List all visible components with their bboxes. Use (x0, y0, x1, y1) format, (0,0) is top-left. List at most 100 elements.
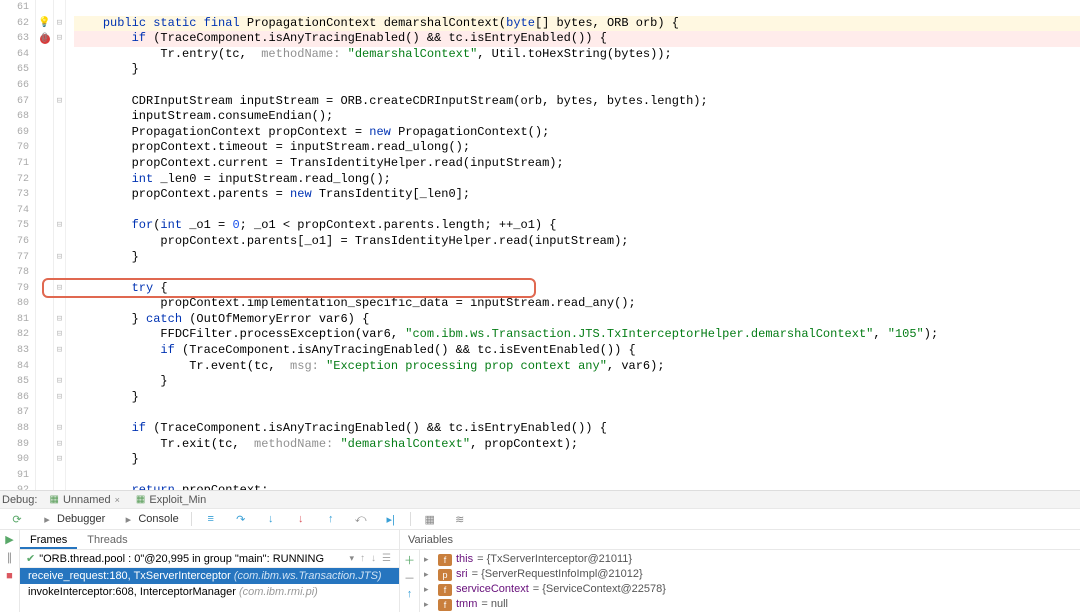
fold-toggle[interactable]: ⊟ (54, 437, 65, 453)
fold-toggle[interactable]: ⊟ (54, 374, 65, 390)
code-line[interactable] (74, 405, 1080, 421)
evaluate-button[interactable]: ▦ (417, 511, 443, 528)
chevron-down-icon[interactable]: ▾ (350, 553, 355, 564)
code-line[interactable] (74, 78, 1080, 94)
fold-toggle[interactable]: ⊟ (54, 390, 65, 406)
fold-toggle[interactable] (54, 405, 65, 421)
fold-toggle[interactable] (54, 468, 65, 484)
debugger-tab[interactable]: ▸Debugger (34, 511, 111, 528)
filter-button[interactable]: ☰ (380, 553, 393, 564)
code-line[interactable]: propContext.timeout = inputStream.read_u… (74, 140, 1080, 156)
frames-tab[interactable]: Frames (20, 530, 77, 549)
code-line[interactable]: propContext.implementation_specific_data… (74, 296, 1080, 312)
code-line[interactable]: } catch (OutOfMemoryError var6) { (74, 312, 1080, 328)
code-line[interactable] (74, 265, 1080, 281)
code-line[interactable] (74, 203, 1080, 219)
code-line[interactable]: propContext.parents = new TransIdentity[… (74, 187, 1080, 203)
fold-toggle[interactable] (54, 0, 65, 16)
fold-toggle[interactable] (54, 203, 65, 219)
trace-button[interactable]: ≋ (447, 511, 473, 528)
fold-toggle[interactable] (54, 265, 65, 281)
step-out-button[interactable]: ↑ (318, 511, 344, 527)
code-line[interactable]: public static final PropagationContext d… (74, 16, 1080, 32)
code-line[interactable]: Tr.exit(tc, methodName: "demarshalContex… (74, 437, 1080, 453)
variables-list[interactable]: ▸fthis = {TxServerInterceptor@21011}▸psr… (420, 550, 1080, 612)
variable-row[interactable]: ▸fserviceContext = {ServiceContext@22578… (424, 582, 1076, 597)
run-to-cursor-button[interactable]: ▸| (378, 511, 404, 528)
code-line[interactable]: Tr.event(tc, msg: "Exception processing … (74, 359, 1080, 375)
fold-toggle[interactable]: ⊟ (54, 452, 65, 468)
code-line[interactable]: } (74, 374, 1080, 390)
variable-row[interactable]: ▸psri = {ServerRequestInfoImpl@21012} (424, 567, 1076, 582)
expand-arrow-icon[interactable]: ▸ (424, 597, 434, 612)
code-line[interactable]: if (TraceComponent.isAnyTracingEnabled()… (74, 421, 1080, 437)
fold-toggle[interactable]: ⊟ (54, 16, 65, 32)
code-line[interactable] (74, 468, 1080, 484)
fold-toggle[interactable] (54, 483, 65, 490)
debug-tab[interactable]: ▦ Unnamed × (45, 491, 123, 509)
fold-toggle[interactable] (54, 109, 65, 125)
step-over-button[interactable]: ≡ (198, 511, 224, 527)
stop-button[interactable]: ■ (2, 568, 18, 584)
code-line[interactable]: } (74, 452, 1080, 468)
intention-bulb-icon[interactable]: 💡 (38, 18, 50, 29)
fold-toggle[interactable] (54, 187, 65, 203)
fold-toggle[interactable] (54, 125, 65, 141)
code-line[interactable]: propContext.parents[_o1] = TransIdentity… (74, 234, 1080, 250)
code-line[interactable]: Tr.entry(tc, methodName: "demarshalConte… (74, 47, 1080, 63)
thread-selector[interactable]: ✔ "ORB.thread.pool : 0"@20,995 in group … (20, 550, 399, 568)
code-line[interactable]: PropagationContext propContext = new Pro… (74, 125, 1080, 141)
fold-toggle[interactable]: ⊟ (54, 312, 65, 328)
fold-toggle[interactable]: ⊟ (54, 281, 65, 297)
pause-button[interactable]: ∥ (2, 550, 18, 566)
code-line[interactable]: propContext.current = TransIdentityHelpe… (74, 156, 1080, 172)
next-frame-button[interactable]: ↓ (369, 553, 378, 564)
expand-arrow-icon[interactable]: ▸ (424, 552, 434, 567)
code-line[interactable]: FFDCFilter.processException(var6, "com.i… (74, 327, 1080, 343)
force-step-into-button[interactable]: ↓ (288, 511, 314, 527)
code-line[interactable]: return propContext; (74, 483, 1080, 490)
fold-toggle[interactable]: ⊟ (54, 250, 65, 266)
variable-row[interactable]: ▸fthis = {TxServerInterceptor@21011} (424, 552, 1076, 567)
code-line[interactable] (74, 0, 1080, 16)
add-watch-button[interactable]: ＋ (404, 552, 415, 568)
fold-toggle[interactable]: ⊟ (54, 31, 65, 47)
up-button[interactable]: ↑ (407, 588, 413, 600)
code-line[interactable]: for(int _o1 = 0; _o1 < propContext.paren… (74, 218, 1080, 234)
fold-toggle[interactable] (54, 156, 65, 172)
stack-frame[interactable]: receive_request:180, TxServerInterceptor… (20, 568, 399, 584)
fold-toggle[interactable]: ⊟ (54, 421, 65, 437)
code-area[interactable]: public static final PropagationContext d… (66, 0, 1080, 490)
step-into-button[interactable]: ↓ (258, 511, 284, 527)
code-line[interactable]: CDRInputStream inputStream = ORB.createC… (74, 94, 1080, 110)
threads-tab[interactable]: Threads (77, 530, 137, 549)
fold-toggle[interactable] (54, 78, 65, 94)
remove-watch-button[interactable]: － (404, 570, 415, 586)
fold-toggle[interactable] (54, 234, 65, 250)
frame-list[interactable]: receive_request:180, TxServerInterceptor… (20, 568, 399, 612)
step-over-button[interactable]: ↷ (228, 511, 254, 528)
variable-row[interactable]: ▸ftmm = null (424, 597, 1076, 612)
fold-toggle[interactable] (54, 296, 65, 312)
close-icon[interactable]: × (115, 491, 120, 509)
console-tab[interactable]: ▸Console (115, 511, 184, 528)
rerun-button[interactable]: ⟳ (4, 511, 30, 528)
code-line[interactable]: } (74, 390, 1080, 406)
expand-arrow-icon[interactable]: ▸ (424, 567, 434, 582)
fold-toggle[interactable]: ⊟ (54, 343, 65, 359)
fold-toggle[interactable]: ⊟ (54, 327, 65, 343)
expand-arrow-icon[interactable]: ▸ (424, 582, 434, 597)
fold-toggle[interactable]: ⊟ (54, 218, 65, 234)
code-editor[interactable]: 6162636465666768697071727374757677787980… (0, 0, 1080, 490)
fold-toggle[interactable] (54, 140, 65, 156)
code-line[interactable]: try { (74, 281, 1080, 297)
fold-toggle[interactable] (54, 359, 65, 375)
code-line[interactable]: inputStream.consumeEndian(); (74, 109, 1080, 125)
drop-frame-button[interactable]: ⤺ (348, 511, 374, 528)
code-line[interactable]: if (TraceComponent.isAnyTracingEnabled()… (74, 343, 1080, 359)
resume-button[interactable]: ▶ (2, 532, 18, 548)
fold-toggle[interactable]: ⊟ (54, 94, 65, 110)
debug-tab[interactable]: ▦ Exploit_Min (132, 491, 210, 509)
fold-toggle[interactable] (54, 47, 65, 63)
fold-toggle[interactable] (54, 62, 65, 78)
